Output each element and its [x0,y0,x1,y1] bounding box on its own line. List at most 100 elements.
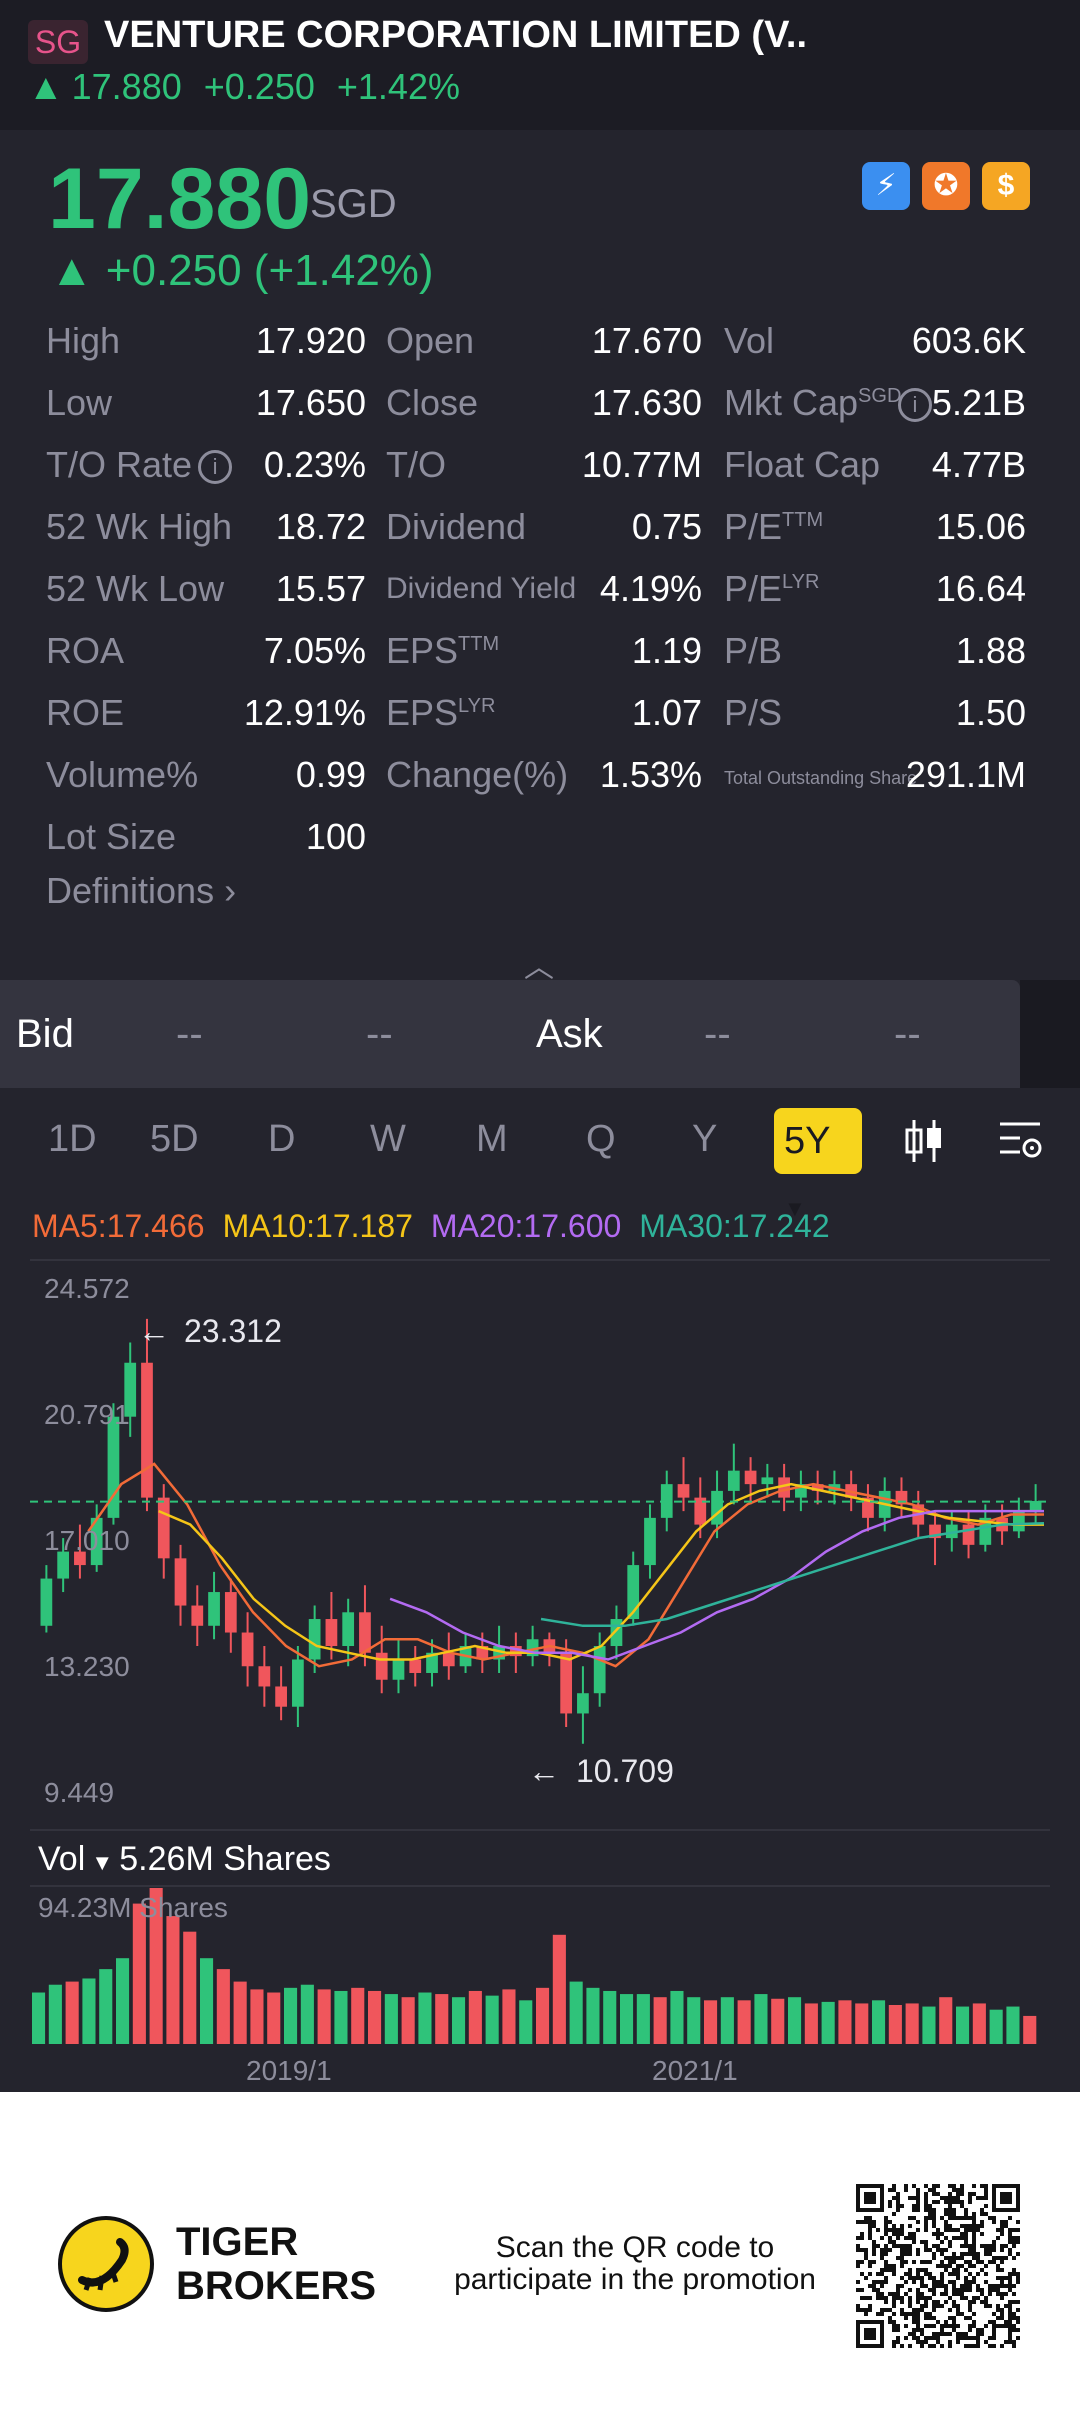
low-annotation-arrow: ← [528,1753,560,1789]
stat-label: Total Outstanding Share [724,768,918,788]
stock-title[interactable]: VENTURE CORPORATION LIMITED (V.. [104,14,807,57]
stat-eps-lyr: 1.07 [631,692,702,733]
candle-body [593,1646,606,1694]
stat-label: Dividend Yield [386,572,577,605]
tab-year[interactable]: Y [692,1118,717,1161]
volume-bar [838,2000,852,2044]
stat-low: 17.650 [255,382,366,423]
tiger-icon[interactable]: ✪ [922,162,970,210]
volume-bar [603,1990,617,2044]
stat-vol: 603.6K [911,320,1026,361]
candle-body [191,1605,204,1626]
definitions-link[interactable]: Definitions › [46,870,236,912]
candle-body [325,1619,338,1647]
stat-label: ROA [46,630,125,671]
stat-to: 10.77M [581,444,702,485]
stat-label: 52 Wk High [46,506,233,547]
x-tick-label: 2019/1 [246,2055,332,2086]
eps-ttm-sup: TTM [458,633,500,655]
candle-body [292,1659,304,1707]
candle-body [962,1524,975,1545]
volume-label: Vol [38,1840,86,1878]
stat-row: Low 17.650 Close 17.630 Mkt CapSGD i 5.21… [46,370,1046,432]
volume-bar [905,2003,919,2044]
ma5-value: MA5:17.466 [32,1208,205,1244]
volume-bar [855,2003,869,2044]
volume-bar [888,2005,902,2044]
volume-bar [200,1958,214,2044]
volume-bar [351,1987,365,2044]
header-change-pct: +1.42% [336,66,460,107]
volume-bar [586,1987,600,2044]
info-icon[interactable]: i [198,450,233,485]
candle-body [308,1619,321,1660]
header-quote: ▲ 17.880 +0.250 +1.42% [28,66,482,108]
stat-row: Lot Size 100 [46,804,1046,866]
y-tick-label: 17.010 [44,1525,130,1556]
volume-bar [922,2006,936,2044]
volume-bar [468,1990,482,2044]
tab-day[interactable]: D [268,1118,295,1161]
x-tick-label: 2021/1 [652,2055,738,2086]
dollar-icon[interactable]: $ [982,162,1030,210]
volume-bar [32,1992,46,2044]
volume-bar [1023,2015,1037,2044]
price-change-value: +0.250 (+1.42%) [105,246,434,295]
volume-bar [250,1989,264,2044]
candle-body [577,1693,589,1714]
current-price: 17.880 [48,151,312,247]
up-arrow-icon: ▲ [28,66,64,107]
info-icon[interactable]: i [897,388,932,423]
price-chart[interactable]: 24.572 20.791 17.010 13.230 9.449 ← 23.3… [0,1256,1080,2092]
volume-value: 5.26M Shares [119,1840,331,1878]
tab-quarter[interactable]: Q [586,1118,616,1161]
caret-down-icon: ▼ [85,1850,120,1875]
stat-label: T/O Rate i [46,444,233,486]
stat-label: High [46,320,121,361]
tab-week[interactable]: W [370,1118,406,1161]
candle-body [392,1659,405,1680]
lightning-icon[interactable]: ⚡ [862,162,910,210]
stat-row: T/O Rate i 0.23% T/O 10.77M Float Cap 4.7… [46,432,1046,494]
volume-bar [48,1984,62,2044]
candlestick-type-icon[interactable] [902,1116,946,1166]
stat-high: 17.920 [255,320,366,361]
tab-5d[interactable]: 5D [150,1118,199,1161]
stat-float-cap: 4.77B [931,444,1026,485]
volume-bar [284,1987,298,2044]
tab-month[interactable]: M [476,1118,508,1161]
ma10-line [158,1482,1044,1661]
ask-size: -- [894,1012,921,1056]
volume-bar [972,2003,986,2044]
volume-bar [653,1997,667,2044]
volume-header[interactable]: Vol ▼ 5.26M Shares [38,1840,331,1879]
y-tick-label: 20.791 [44,1399,130,1430]
stat-pe-ttm: 15.06 [935,506,1026,547]
stat-label: Low [46,382,113,423]
volume-bar [804,2003,818,2044]
volume-bar [502,1989,516,2044]
chart-settings-icon[interactable] [996,1116,1046,1166]
candle-body [711,1490,723,1525]
tab-5y[interactable]: 5Y ▼ [774,1108,862,1221]
candle-body [375,1652,388,1680]
volume-bar [368,1990,382,2044]
stat-label: Vol [724,320,775,361]
tab-1d[interactable]: 1D [48,1118,97,1161]
volume-bar [821,2001,835,2044]
ma20-value: MA20:17.600 [430,1208,622,1244]
stat-label: Mkt CapSGD [724,382,901,424]
candle-body [761,1477,774,1485]
stat-label: 52 Wk Low [46,568,225,609]
candle-body [224,1592,237,1633]
candle-body [677,1484,690,1498]
qr-code-icon[interactable] [856,2184,1020,2348]
volume-bar [939,1997,953,2044]
volume-bar [519,2000,533,2044]
stat-row: ROA 7.05% EPSTTM 1.19 P/B 1.88 [46,618,1046,680]
candle-body [241,1632,254,1667]
volume-bar [771,1998,785,2044]
pe-ttm-label: P/E [724,506,783,547]
stat-lot-size: 100 [305,816,366,857]
ma-legend: MA5:17.466 MA10:17.187 MA20:17.600 MA30:17.… [32,1208,848,1245]
